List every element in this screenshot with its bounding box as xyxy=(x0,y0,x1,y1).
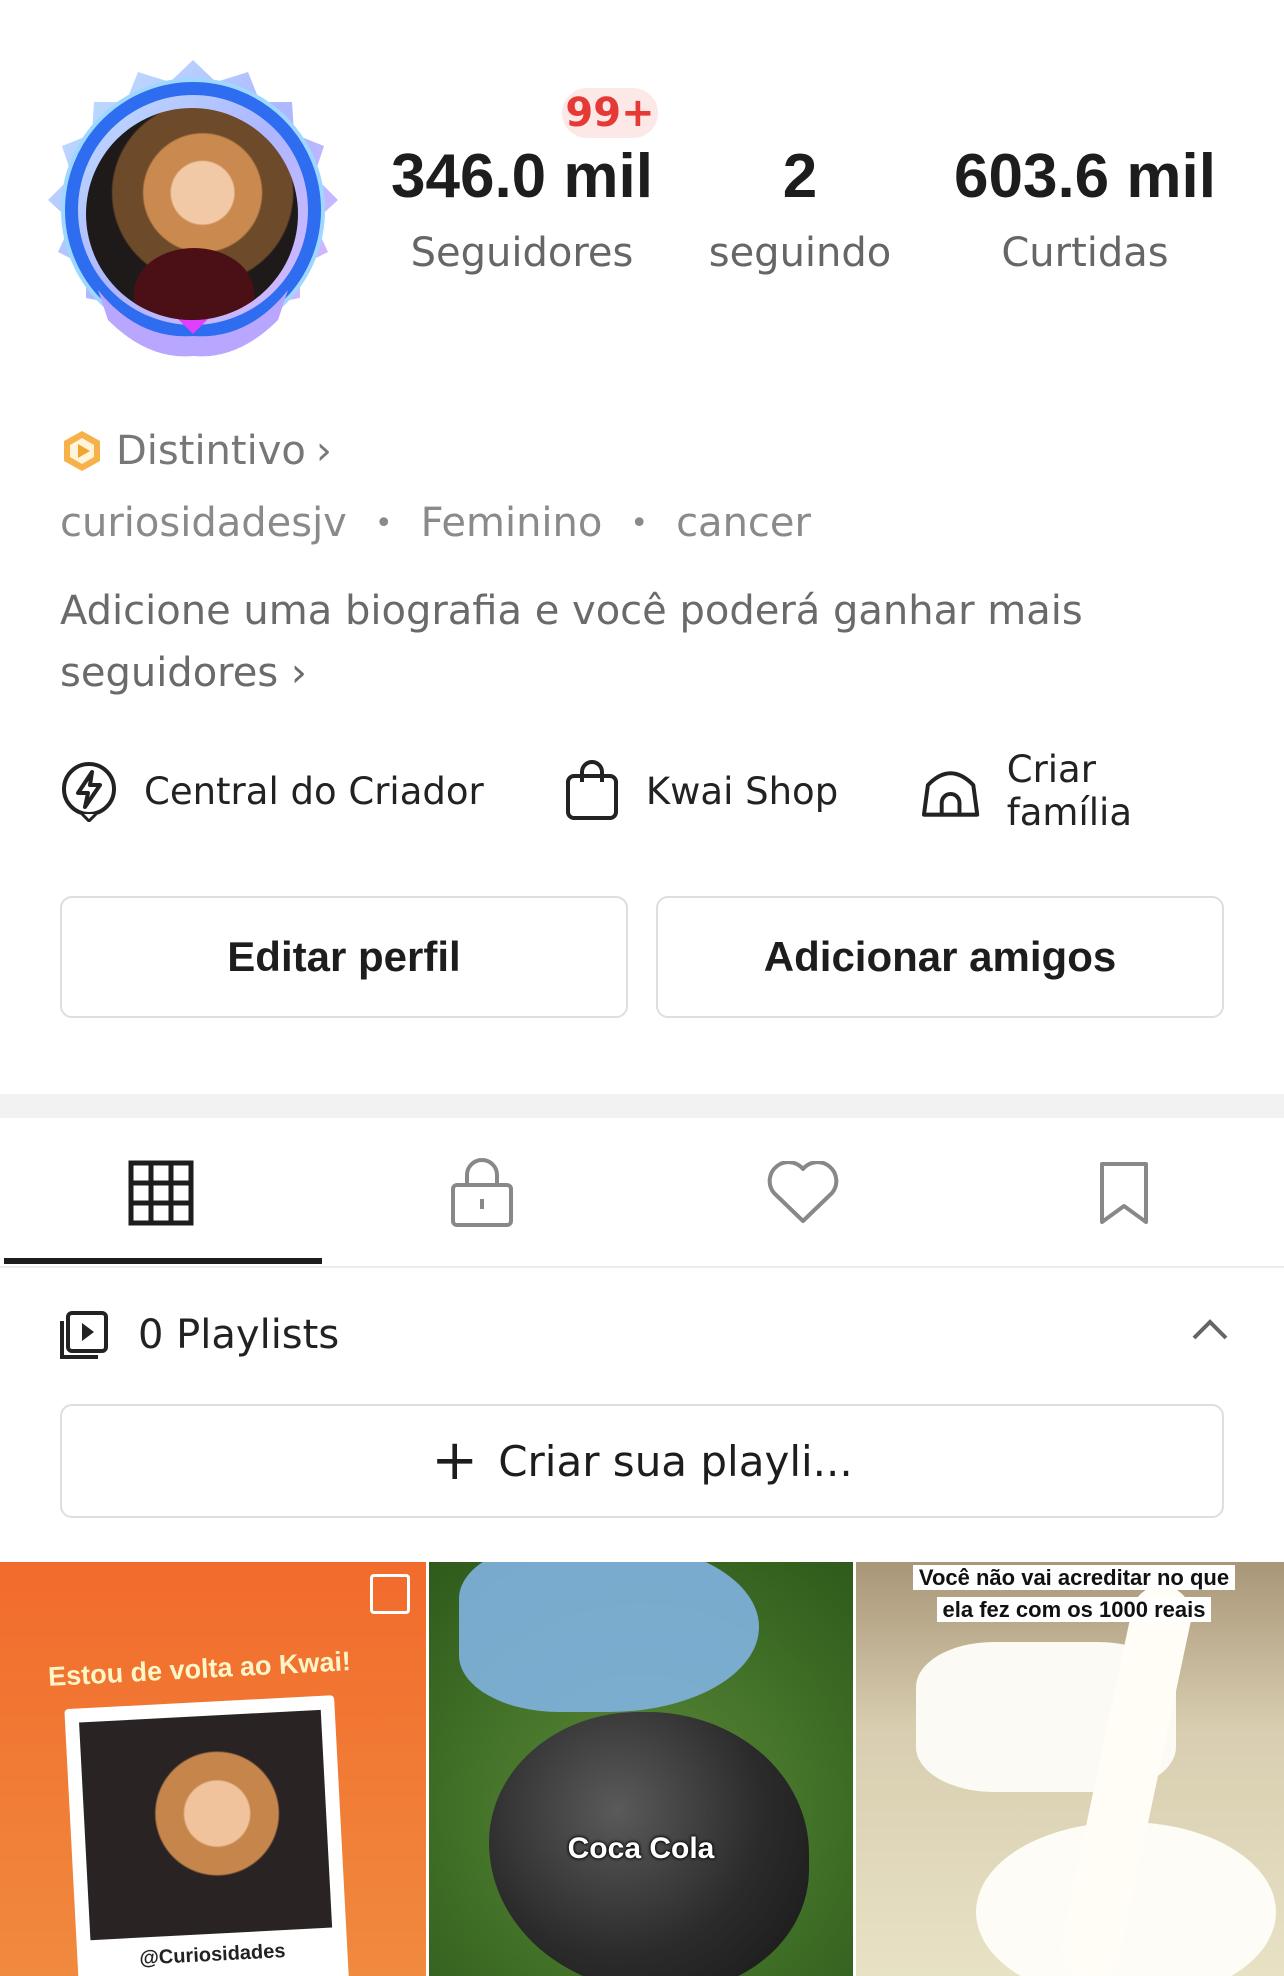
following-stat[interactable]: 2 seguindo xyxy=(700,142,900,276)
quick-actions: Central do Criador Kwai Shop Criar famíl… xyxy=(60,748,1230,834)
thumbnail-card: @Curiosidades xyxy=(64,1695,350,1976)
content-tabs xyxy=(0,1118,1284,1268)
likes-label: Curtidas xyxy=(1001,230,1169,276)
following-count: 2 xyxy=(782,142,818,211)
house-icon xyxy=(921,771,979,817)
lightning-icon xyxy=(62,762,116,822)
plus-icon: + xyxy=(431,1428,479,1493)
thumbnail-photo xyxy=(79,1709,333,1941)
separator-dot: • xyxy=(374,505,393,541)
caption-line-2: ela fez com os 1000 reais xyxy=(936,1597,1212,1622)
create-family-label: Criar família xyxy=(1006,748,1132,834)
create-playlist-button[interactable]: + Criar sua playli... xyxy=(60,1404,1224,1518)
tab-private[interactable] xyxy=(321,1118,642,1268)
bio-prompt[interactable]: Adicione uma biografia e você poderá gan… xyxy=(60,580,1200,704)
tab-liked[interactable] xyxy=(642,1118,963,1268)
video-thumbnail[interactable]: Coca Cola xyxy=(429,1562,853,1976)
chevron-right-icon: › xyxy=(290,650,307,696)
badge-icon xyxy=(64,431,100,471)
followers-count: 346.0 mil xyxy=(391,142,653,211)
bookmark-icon xyxy=(1099,1162,1148,1224)
create-family-link[interactable]: Criar família xyxy=(920,748,1230,834)
lock-icon xyxy=(450,1158,513,1227)
notification-badge[interactable]: 99+ xyxy=(562,88,658,138)
playlists-count: 0 Playlists xyxy=(138,1312,340,1358)
thumbnail-handle: @Curiosidades xyxy=(138,1940,286,1970)
playlist-icon xyxy=(60,1311,108,1359)
chevron-up-icon[interactable] xyxy=(1190,1316,1230,1342)
following-label: seguindo xyxy=(708,230,892,276)
avatar[interactable] xyxy=(28,50,358,380)
image-icon xyxy=(370,1574,410,1614)
create-playlist-label: Criar sua playli... xyxy=(498,1436,853,1486)
thumbnail-glove xyxy=(459,1562,759,1712)
shopping-bag-icon xyxy=(565,760,618,820)
badge-link[interactable]: Distintivo › xyxy=(60,428,332,474)
profile-meta: curiosidadesjv • Feminino • cancer xyxy=(60,500,811,546)
likes-stat[interactable]: 603.6 mil Curtidas xyxy=(935,142,1235,276)
followers-label: Seguidores xyxy=(410,230,634,276)
grid-icon xyxy=(128,1160,193,1226)
thumbnail-title: Estou de volta ao Kwai! xyxy=(47,1646,352,1692)
thumbnail-caption: Coca Cola xyxy=(567,1832,715,1865)
gender: Feminino xyxy=(420,500,603,546)
followers-stat[interactable]: 346.0 mil Seguidores xyxy=(382,142,662,276)
add-friends-button[interactable]: Adicionar amigos xyxy=(656,896,1224,1018)
playlists-header[interactable]: 0 Playlists xyxy=(60,1300,1230,1370)
active-tab-indicator xyxy=(4,1258,322,1264)
badge-label: Distintivo xyxy=(116,428,306,474)
caption-line-1: Você não vai acreditar no que xyxy=(912,1565,1236,1590)
kwai-shop-link[interactable]: Kwai Shop xyxy=(564,760,920,822)
video-thumbnail[interactable]: Estou de volta ao Kwai! @Curiosidades xyxy=(0,1562,426,1976)
heart-icon xyxy=(767,1161,838,1223)
bio-prompt-text: Adicione uma biografia e você poderá gan… xyxy=(60,588,1083,696)
creator-center-link[interactable]: Central do Criador xyxy=(60,760,564,822)
tab-saved[interactable] xyxy=(963,1118,1284,1268)
section-divider xyxy=(0,1094,1284,1118)
tab-posts[interactable] xyxy=(0,1118,321,1268)
creator-center-label: Central do Criador xyxy=(144,769,484,813)
kwai-shop-label: Kwai Shop xyxy=(645,769,839,813)
separator-dot: • xyxy=(630,505,649,541)
video-thumbnail[interactable]: Você não vai acreditar no que ela fez co… xyxy=(856,1562,1284,1976)
username: curiosidadesjv xyxy=(60,500,347,546)
thumbnail-caption: Você não vai acreditar no que ela fez co… xyxy=(876,1562,1272,1626)
avatar-photo xyxy=(86,108,298,320)
likes-count: 603.6 mil xyxy=(954,142,1216,211)
edit-profile-button[interactable]: Editar perfil xyxy=(60,896,628,1018)
zodiac-sign: cancer xyxy=(676,500,811,546)
chevron-right-icon: › xyxy=(315,428,332,474)
